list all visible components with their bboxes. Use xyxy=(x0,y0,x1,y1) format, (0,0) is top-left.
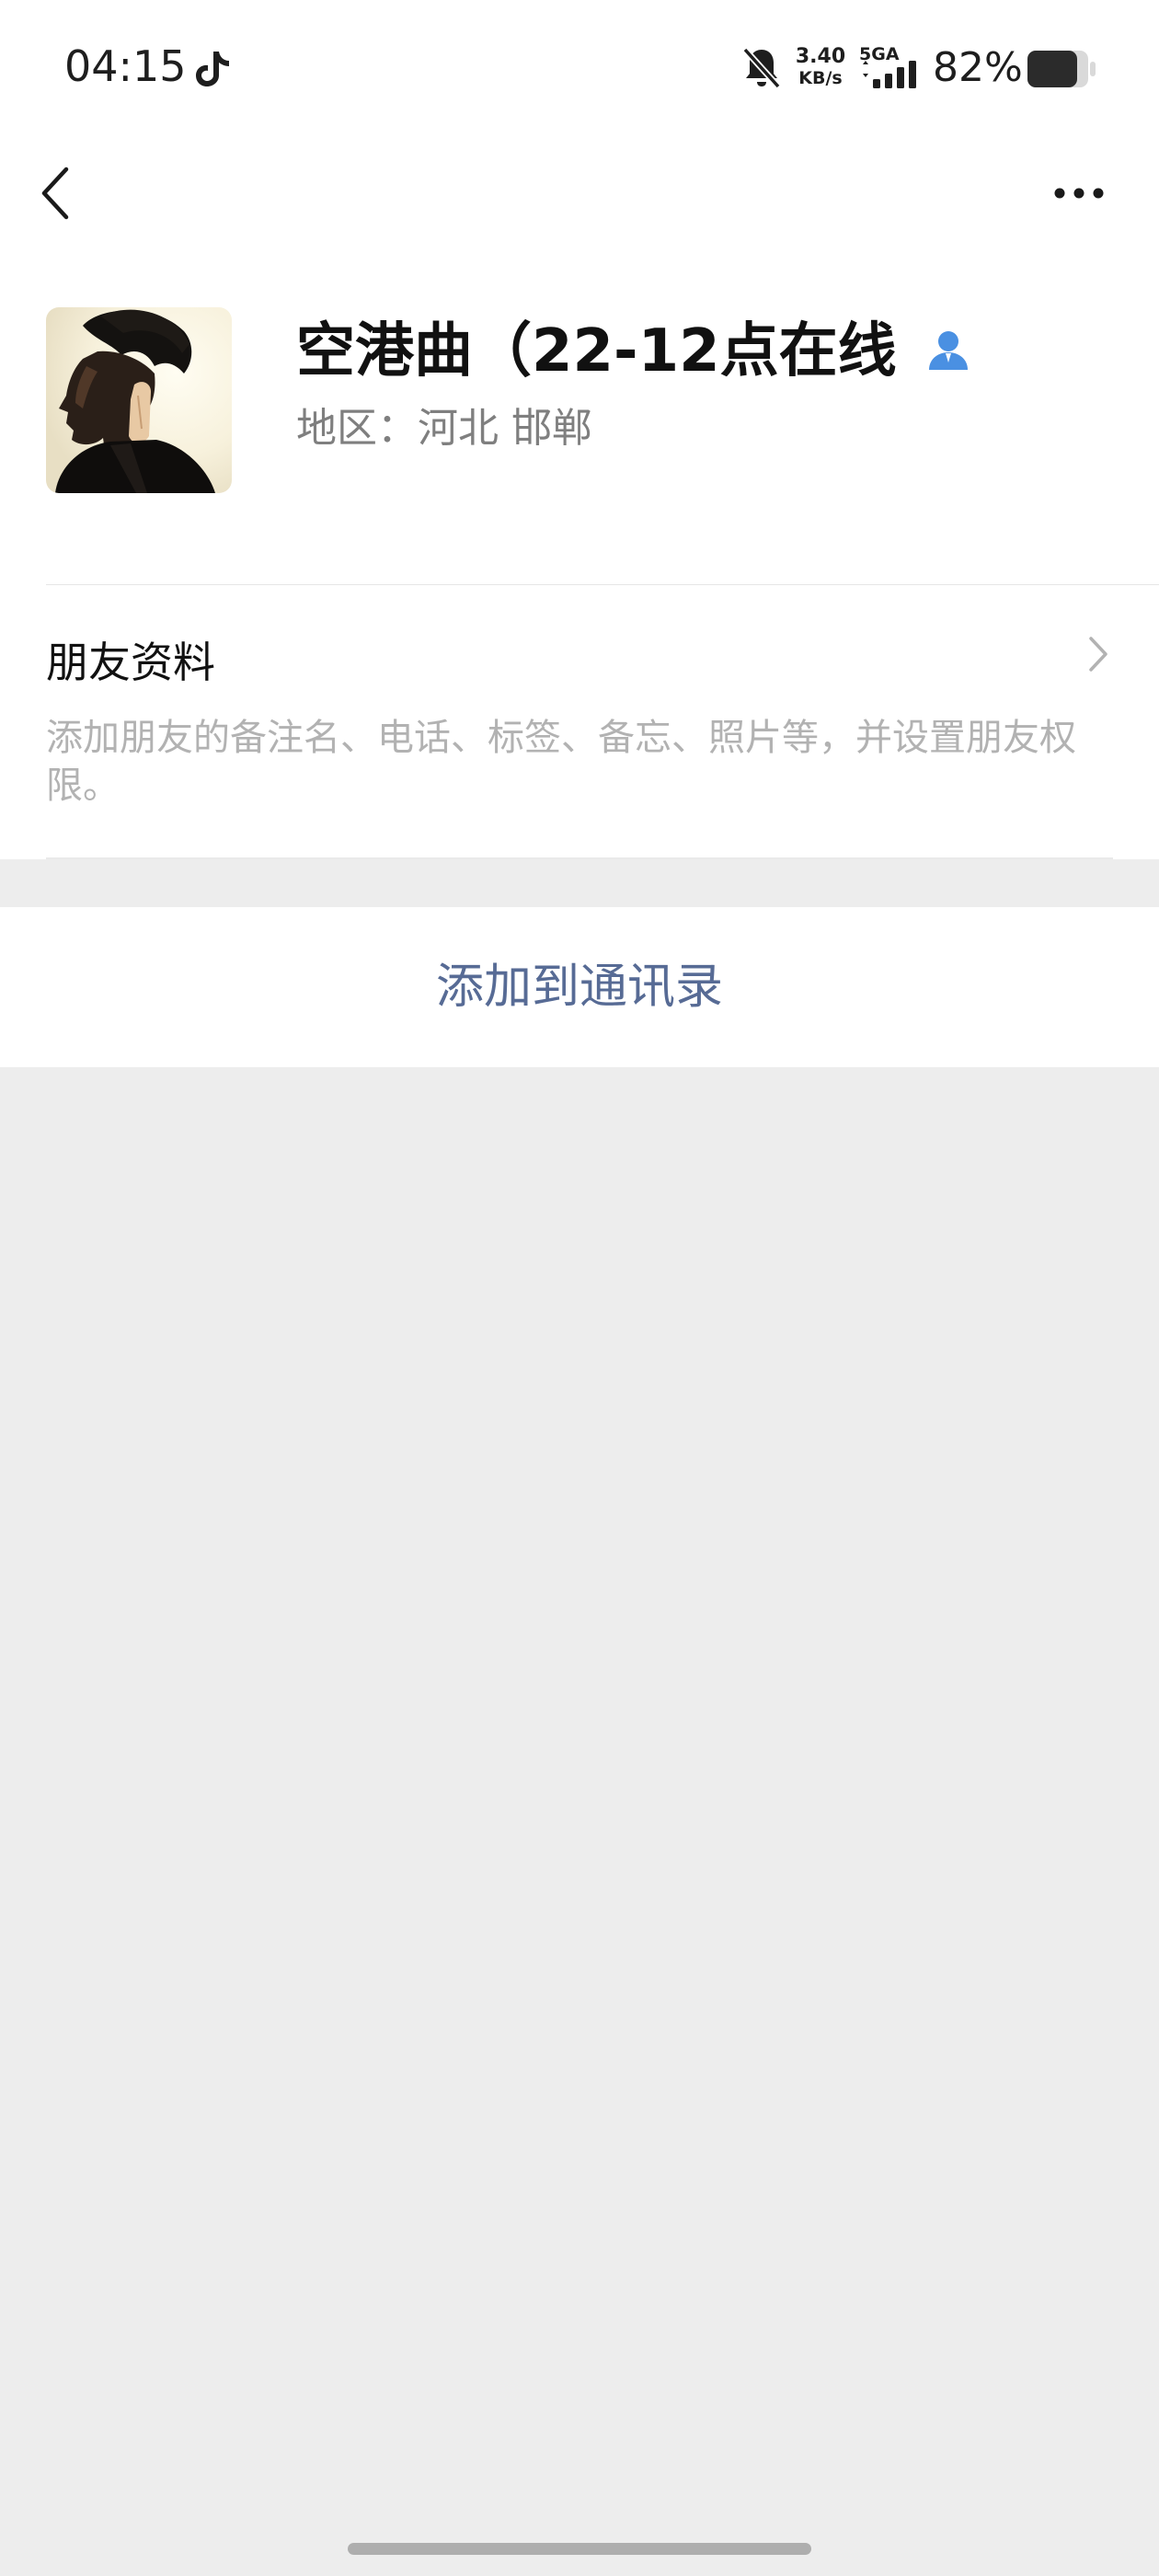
signal-icon xyxy=(863,61,916,88)
network-speed-unit: KB/s xyxy=(798,68,843,88)
region-label: 地区：河北 邯郸 xyxy=(296,405,592,452)
avatar-image xyxy=(46,307,232,493)
friend-info-title: 朋友资料 xyxy=(46,638,215,687)
network-speed: 3.40 KB/s xyxy=(793,45,848,89)
avatar[interactable] xyxy=(46,307,232,493)
add-to-contacts-button[interactable]: 添加到通讯录 xyxy=(0,907,1159,1067)
chevron-right-icon xyxy=(1089,637,1107,672)
divider xyxy=(46,857,1113,859)
friend-info-row[interactable]: 朋友资料 添加朋友的备注名、电话、标签、备忘、照片等，并设置朋友权限。 xyxy=(0,585,1159,859)
battery-percent: 82% xyxy=(933,44,1023,91)
network-speed-value: 3.40 xyxy=(795,45,846,68)
more-button[interactable] xyxy=(1039,164,1122,223)
profile-header: 空港曲（22-12点在线 地区：河北 邯郸 xyxy=(0,248,1159,585)
nickname: 空港曲（22-12点在线 xyxy=(296,317,897,385)
contact-person-icon xyxy=(929,331,968,370)
status-time: 04:15 xyxy=(64,41,187,91)
back-button[interactable] xyxy=(28,156,101,230)
status-bar: 04:15 3.40 KB/s 5GA 82% xyxy=(0,0,1159,138)
home-indicator[interactable] xyxy=(348,2543,811,2555)
bell-off-icon xyxy=(742,47,781,89)
battery-icon xyxy=(1027,51,1096,87)
nav-bar xyxy=(0,138,1159,248)
tiktok-icon xyxy=(196,52,229,86)
friend-info-description: 添加朋友的备注名、电话、标签、备忘、照片等，并设置朋友权限。 xyxy=(46,717,1076,807)
chevron-left-icon xyxy=(41,167,69,220)
more-horizontal-icon xyxy=(1054,188,1104,199)
